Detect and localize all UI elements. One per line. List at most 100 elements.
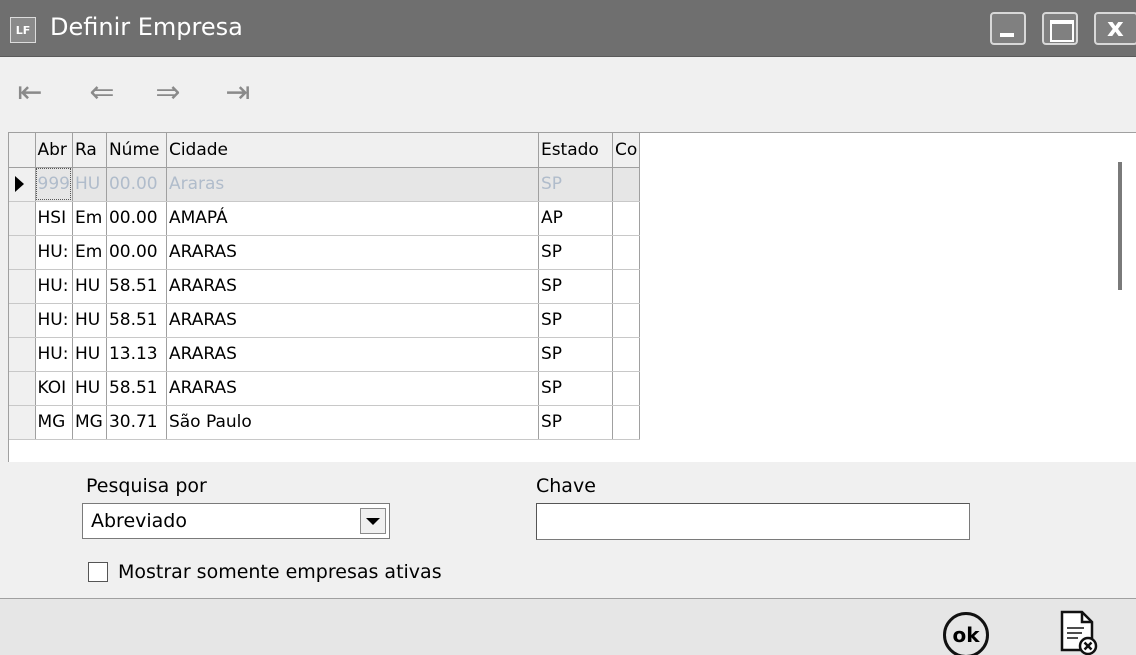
app-icon[interactable]: LF: [10, 17, 36, 43]
close-icon: x: [1107, 13, 1124, 43]
cell-cidade[interactable]: ARARAS: [166, 235, 539, 270]
table-row[interactable]: HU: HU 13.13 ARARAS SP: [9, 337, 641, 372]
cell-cidade[interactable]: Araras: [166, 167, 539, 202]
cell-abreviado[interactable]: MG: [35, 405, 73, 440]
table-row[interactable]: HU: HU 58.51 ARARAS SP: [9, 303, 641, 338]
column-header-razao[interactable]: Ra: [72, 133, 107, 168]
cell-abreviado[interactable]: HU:: [35, 337, 73, 372]
cell-estado[interactable]: SP: [538, 235, 613, 270]
current-row-arrow-icon: [15, 176, 24, 192]
cell-cidade[interactable]: AMAPÁ: [166, 201, 539, 236]
first-record-button[interactable]: ⇤: [8, 75, 52, 110]
cell-estado[interactable]: SP: [538, 405, 613, 440]
search-by-label: Pesquisa por: [86, 475, 207, 497]
cell-cidade[interactable]: ARARAS: [166, 371, 539, 406]
row-indicator[interactable]: [9, 337, 36, 372]
cell-codigo[interactable]: [612, 269, 641, 304]
cell-codigo[interactable]: [612, 167, 641, 202]
previous-arrow-icon: ⇐: [89, 74, 115, 110]
title-bar[interactable]: LF Definir Empresa x: [0, 0, 1136, 57]
table-row[interactable]: HSI Em 00.00 AMAPÁ AP: [9, 201, 641, 236]
cell-estado[interactable]: SP: [538, 303, 613, 338]
row-indicator[interactable]: [9, 371, 36, 406]
cell-abreviado[interactable]: KOI: [35, 371, 73, 406]
cell-estado[interactable]: SP: [538, 167, 613, 202]
cell-razao[interactable]: MG: [72, 405, 107, 440]
company-table: Abr Ra Núme Cidade Estado Co 999 HU 00.0…: [9, 133, 641, 440]
column-header-cidade[interactable]: Cidade: [166, 133, 539, 168]
row-indicator[interactable]: [9, 235, 36, 270]
cancel-document-icon[interactable]: [1056, 610, 1100, 655]
cell-abreviado[interactable]: 999: [35, 167, 73, 202]
cell-codigo[interactable]: [612, 201, 641, 236]
table-row[interactable]: HU: HU 58.51 ARARAS SP: [9, 269, 641, 304]
row-indicator[interactable]: [9, 201, 36, 236]
minimize-button[interactable]: [990, 12, 1026, 45]
previous-record-button[interactable]: ⇐: [80, 74, 124, 110]
cell-numero[interactable]: 00.00: [106, 235, 167, 270]
table-row[interactable]: KOI HU 58.51 ARARAS SP: [9, 371, 641, 406]
chevron-down-icon[interactable]: [360, 508, 386, 534]
active-only-label[interactable]: Mostrar somente empresas ativas: [118, 561, 442, 583]
cell-numero[interactable]: 00.00: [106, 167, 167, 202]
column-header-estado[interactable]: Estado: [538, 133, 613, 168]
maximize-button[interactable]: [1042, 12, 1078, 45]
column-header-codigo[interactable]: Co: [612, 133, 641, 168]
cell-estado[interactable]: SP: [538, 371, 613, 406]
cell-codigo[interactable]: [612, 337, 641, 372]
cell-numero[interactable]: 30.71: [106, 405, 167, 440]
cell-codigo[interactable]: [612, 303, 641, 338]
company-grid[interactable]: Abr Ra Núme Cidade Estado Co 999 HU 00.0…: [8, 132, 1136, 462]
search-by-selected-value: Abreviado: [91, 510, 187, 532]
window-title: Definir Empresa: [50, 13, 243, 41]
active-only-checkbox[interactable]: [88, 562, 108, 582]
cell-estado[interactable]: SP: [538, 337, 613, 372]
cell-abreviado[interactable]: HU:: [35, 269, 73, 304]
table-row[interactable]: 999 HU 00.00 Araras SP: [9, 167, 641, 202]
table-row[interactable]: MG MG 30.71 São Paulo SP: [9, 405, 641, 440]
cell-abreviado[interactable]: HSI: [35, 201, 73, 236]
cell-razao[interactable]: Em: [72, 235, 107, 270]
cell-numero[interactable]: 58.51: [106, 371, 167, 406]
column-header-numero[interactable]: Núme: [106, 133, 167, 168]
grid-header-row: Abr Ra Núme Cidade Estado Co: [9, 133, 641, 168]
row-indicator[interactable]: [9, 405, 36, 440]
cell-razao[interactable]: HU: [72, 167, 107, 202]
cell-cidade[interactable]: ARARAS: [166, 269, 539, 304]
column-header-abreviado[interactable]: Abr: [35, 133, 73, 168]
row-indicator[interactable]: [9, 303, 36, 338]
cell-codigo[interactable]: [612, 235, 641, 270]
cell-razao[interactable]: HU: [72, 371, 107, 406]
cell-abreviado[interactable]: HU:: [35, 235, 73, 270]
cell-codigo[interactable]: [612, 371, 641, 406]
search-by-select[interactable]: Abreviado: [82, 503, 390, 539]
last-record-button[interactable]: ⇥: [216, 74, 260, 110]
cell-razao[interactable]: Em: [72, 201, 107, 236]
next-record-button[interactable]: ⇒: [146, 75, 190, 110]
cell-estado[interactable]: SP: [538, 269, 613, 304]
navigation-toolbar: ⇤ ⇐ ⇒ ⇥: [0, 57, 1136, 125]
cell-cidade[interactable]: São Paulo: [166, 405, 539, 440]
cell-razao[interactable]: HU: [72, 303, 107, 338]
cell-numero[interactable]: 13.13: [106, 337, 167, 372]
cell-codigo[interactable]: [612, 405, 641, 440]
ok-button[interactable]: ok: [943, 612, 989, 655]
cell-abreviado[interactable]: HU:: [35, 303, 73, 338]
key-label: Chave: [536, 475, 596, 497]
close-button[interactable]: x: [1094, 12, 1136, 45]
grid-vertical-scrollbar[interactable]: [1118, 162, 1122, 290]
cell-razao[interactable]: HU: [72, 337, 107, 372]
cell-estado[interactable]: AP: [538, 201, 613, 236]
cell-numero[interactable]: 00.00: [106, 201, 167, 236]
cell-cidade[interactable]: ARARAS: [166, 303, 539, 338]
row-indicator-header: [9, 133, 36, 168]
cell-razao[interactable]: HU: [72, 269, 107, 304]
row-indicator[interactable]: [9, 269, 36, 304]
last-arrow-icon: ⇥: [225, 74, 251, 110]
row-indicator[interactable]: [9, 167, 36, 202]
cell-cidade[interactable]: ARARAS: [166, 337, 539, 372]
cell-numero[interactable]: 58.51: [106, 269, 167, 304]
cell-numero[interactable]: 58.51: [106, 303, 167, 338]
key-input[interactable]: [536, 503, 970, 540]
table-row[interactable]: HU: Em 00.00 ARARAS SP: [9, 235, 641, 270]
